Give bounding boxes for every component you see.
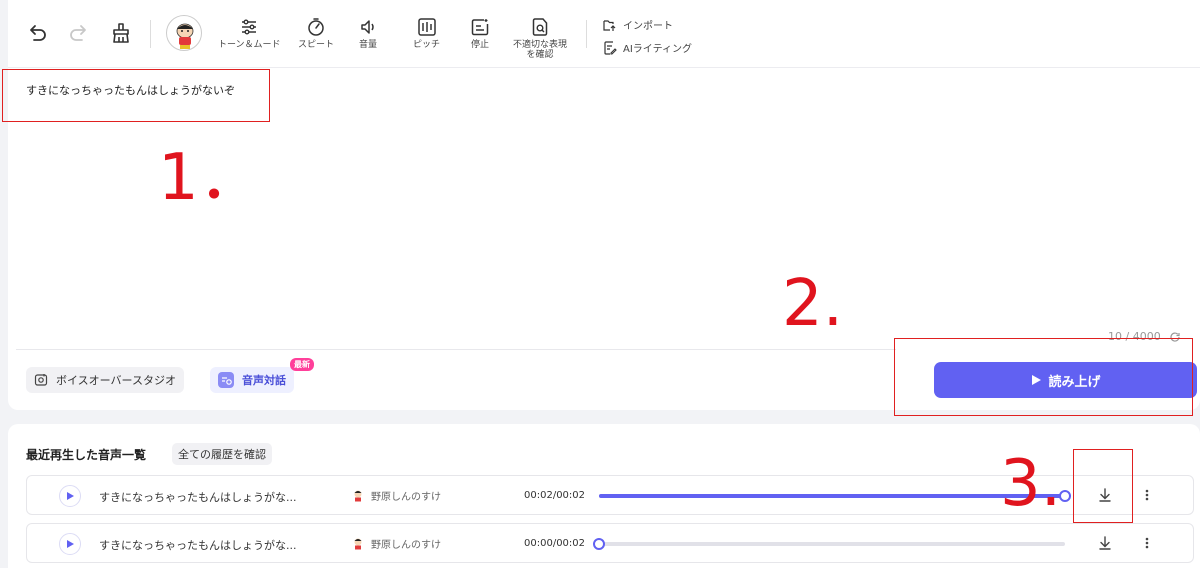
folder-import-icon: [603, 19, 616, 31]
annotation-box-download: [1073, 449, 1133, 523]
row-play-button[interactable]: [59, 533, 81, 555]
history-title: 最近再生した音声一覧: [26, 448, 147, 462]
voiceover-icon: [34, 374, 48, 386]
voice-chat-label: 音声対話: [242, 374, 286, 387]
pitch-button[interactable]: ピッチ: [413, 17, 440, 50]
progress-track[interactable]: [593, 538, 1065, 550]
ai-write-icon: [604, 40, 617, 55]
ai-writing-button[interactable]: AIライティング: [603, 40, 692, 55]
voiceover-studio-label: ボイスオーバースタジオ: [56, 374, 177, 387]
voiceover-studio-button[interactable]: ボイスオーバースタジオ: [26, 367, 185, 393]
voice-avatar[interactable]: [166, 15, 202, 51]
more-options-button[interactable]: [1139, 535, 1155, 555]
document-search-icon: [532, 18, 548, 36]
annotation-box-read-button: [894, 338, 1193, 416]
undo-icon: [30, 25, 46, 41]
speed-button[interactable]: スピート: [298, 17, 334, 50]
clear-button[interactable]: [110, 21, 132, 45]
toolbar-divider: [586, 20, 587, 48]
play-icon: [67, 492, 74, 500]
character-avatar-icon: [354, 490, 362, 501]
more-options-button[interactable]: [1139, 487, 1155, 507]
pause-button[interactable]: 停止: [470, 17, 490, 50]
timer-icon: [308, 18, 324, 36]
row-text: すきになっちゃったもんはしょうがな...: [99, 539, 297, 552]
annotation-number-3: 3.: [1000, 447, 1062, 521]
row-voice: 野原しんのすけ: [351, 488, 441, 503]
pitch-label: ピッチ: [413, 40, 441, 50]
row-text: すきになっちゃったもんはしょうがな...: [99, 491, 297, 504]
annotation-number-1: 1．: [158, 141, 263, 215]
sliders-icon: [242, 19, 257, 35]
view-all-history-button[interactable]: 全ての履歴を確認: [172, 443, 272, 465]
more-vertical-icon: [1145, 537, 1149, 549]
toolbar-divider: [150, 20, 151, 48]
check-label-line2: を確認: [526, 50, 554, 60]
annotation-number-2: 2.: [782, 267, 844, 341]
download-button[interactable]: [1097, 535, 1113, 555]
character-avatar-icon: [176, 23, 194, 49]
row-time: 00:02/00:02: [524, 490, 586, 501]
more-vertical-icon: [1145, 489, 1149, 501]
redo-icon: [70, 25, 86, 41]
character-avatar-icon: [354, 538, 362, 549]
tone-mood-button[interactable]: トーン＆ムード: [218, 17, 281, 50]
row-voice-name: 野原しんのすけ: [371, 540, 441, 551]
new-badge: 最新: [290, 358, 314, 371]
progress-track[interactable]: [599, 490, 1071, 502]
play-icon: [67, 540, 74, 548]
progress-fill: [599, 494, 1065, 498]
ai-writing-label: AIライティング: [623, 44, 692, 55]
voice-chat-button[interactable]: 音声対話: [210, 367, 294, 393]
volume-button[interactable]: 音量: [358, 17, 378, 50]
speaker-icon: [361, 20, 374, 34]
download-icon: [1099, 536, 1111, 550]
voice-chat-icon: [218, 372, 234, 388]
pause-label: 停止: [470, 40, 489, 50]
row-play-button[interactable]: [59, 485, 81, 507]
import-label: インポート: [623, 21, 673, 32]
broom-icon: [113, 23, 129, 43]
annotation-box-text: [2, 69, 270, 122]
row-voice-name: 野原しんのすけ: [371, 492, 441, 503]
speed-label: スピート: [298, 40, 335, 50]
undo-button[interactable]: [26, 22, 48, 44]
check-label-line1: 不適切な表現: [513, 40, 568, 50]
editor-divider: [16, 349, 896, 350]
progress-knob[interactable]: [593, 538, 605, 550]
row-time: 00:00/00:02: [524, 538, 586, 549]
tone-mood-label: トーン＆ムード: [218, 40, 281, 50]
import-button[interactable]: インポート: [603, 17, 673, 32]
row-voice: 野原しんのすけ: [351, 536, 441, 551]
pitch-bars-icon: [417, 18, 436, 36]
volume-label: 音量: [358, 40, 377, 50]
toolbar: トーン＆ムード スピート 音量 ピッチ 停止 不適切な表現 を確認 インポート: [8, 0, 1200, 68]
pause-insert-icon: [471, 19, 489, 36]
check-inappropriate-button[interactable]: 不適切な表現 を確認: [513, 17, 567, 60]
history-row: すきになっちゃったもんはしょうがな... 野原しんのすけ 00:00/00:02: [26, 523, 1194, 563]
redo-button[interactable]: [68, 22, 90, 44]
